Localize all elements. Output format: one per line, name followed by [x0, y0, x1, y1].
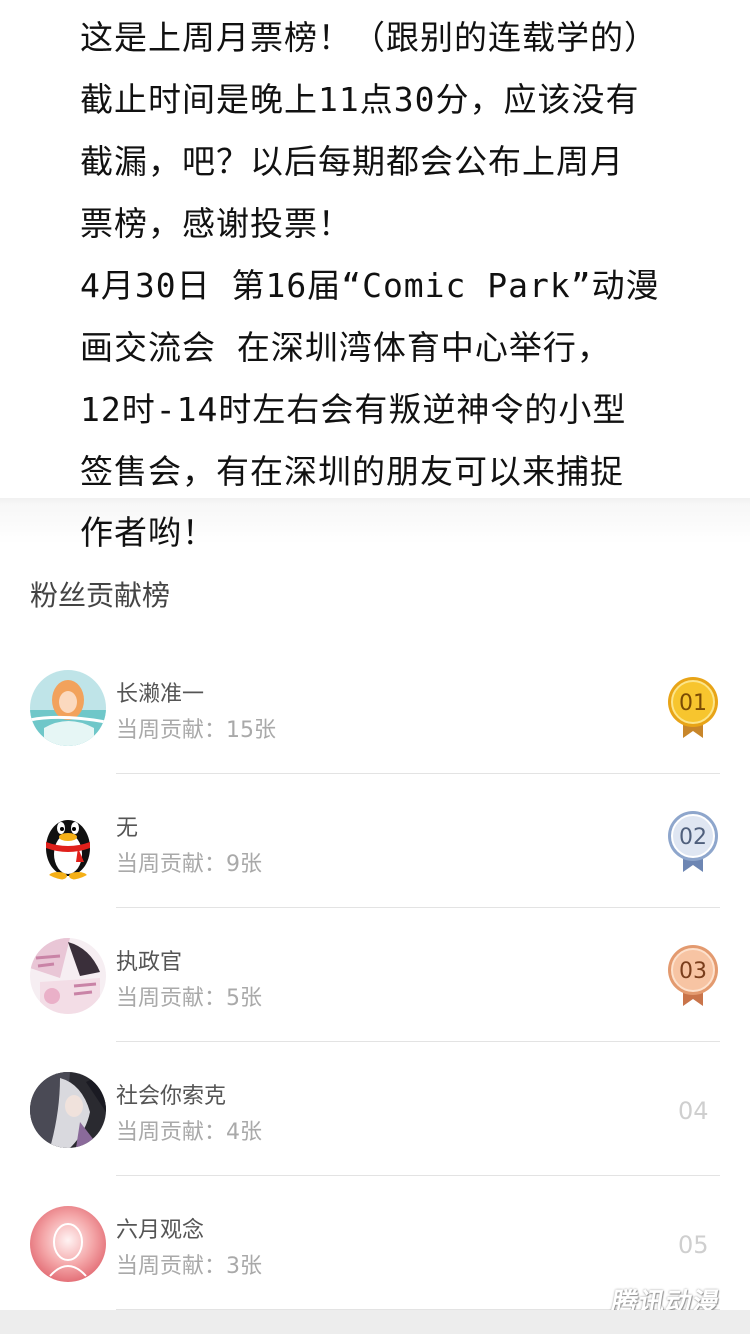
- post-line: 截漏，吧？以后每期都会公布上周月: [80, 142, 624, 181]
- rank-number: 05: [678, 1231, 709, 1259]
- post-line: 12时-14时左右会有叛逆神令的小型: [80, 390, 627, 429]
- gold-medal-icon: 01: [666, 676, 720, 740]
- rank-number: 04: [678, 1097, 709, 1125]
- fan-contribution: 当周贡献：15张: [116, 718, 277, 743]
- rank-number: 01: [679, 691, 707, 716]
- bronze-medal-icon: 03: [666, 944, 720, 1008]
- bottom-bar: [0, 1310, 750, 1334]
- fan-name: 六月观念: [116, 1218, 205, 1243]
- fan-rank-list: 长濑准一 当周贡献：15张 01 无 当周贡献：9张 02 执政官 当周贡献：5…: [0, 640, 750, 1310]
- fan-contribution: 当周贡献：4张: [116, 1120, 263, 1145]
- pink-glow-avatar[interactable]: [30, 1206, 106, 1282]
- fan-name: 长濑准一: [116, 682, 205, 707]
- fan-name: 执政官: [116, 950, 183, 975]
- dark-anime-avatar[interactable]: [30, 1072, 106, 1148]
- rank-number: 02: [679, 825, 707, 850]
- silver-medal-icon: 02: [666, 810, 720, 874]
- post-line: 签售会，有在深圳的朋友可以来捕捉: [80, 452, 624, 491]
- fan-contribution: 当周贡献：3张: [116, 1254, 263, 1279]
- fan-contribution: 当周贡献：5张: [116, 986, 263, 1011]
- qq-penguin-avatar[interactable]: [30, 804, 106, 880]
- fan-row[interactable]: 无 当周贡献：9张 02: [0, 774, 750, 908]
- fan-row[interactable]: 社会你索克 当周贡献：4张 04: [0, 1042, 750, 1176]
- rank-number: 03: [679, 959, 707, 984]
- post-line: 截止时间是晚上11点30分，应该没有: [80, 80, 640, 119]
- fan-row[interactable]: 执政官 当周贡献：5张 03: [0, 908, 750, 1042]
- fan-name: 社会你索克: [116, 1084, 227, 1109]
- manga-collage-avatar[interactable]: [30, 938, 106, 1014]
- fan-name: 无: [116, 816, 139, 841]
- anime-girl-avatar[interactable]: [30, 670, 106, 746]
- post-line: 4月30日 第16届“Comic Park”动漫: [80, 266, 660, 305]
- post-line: 票榜，感谢投票！: [80, 204, 352, 243]
- fan-contribution: 当周贡献：9张: [116, 852, 263, 877]
- fan-row[interactable]: 长濑准一 当周贡献：15张 01: [0, 640, 750, 774]
- fan-board-title: 粉丝贡献榜: [30, 579, 171, 612]
- post-line: 作者哟！: [80, 513, 216, 552]
- post-body: 这是上周月票榜！（跟别的连载学的） 截止时间是晚上11点30分，应该没有 截漏，…: [0, 0, 750, 560]
- post-line: 画交流会 在深圳湾体育中心举行，: [80, 328, 611, 367]
- post-line: 这是上周月票榜！（跟别的连载学的）: [80, 18, 658, 57]
